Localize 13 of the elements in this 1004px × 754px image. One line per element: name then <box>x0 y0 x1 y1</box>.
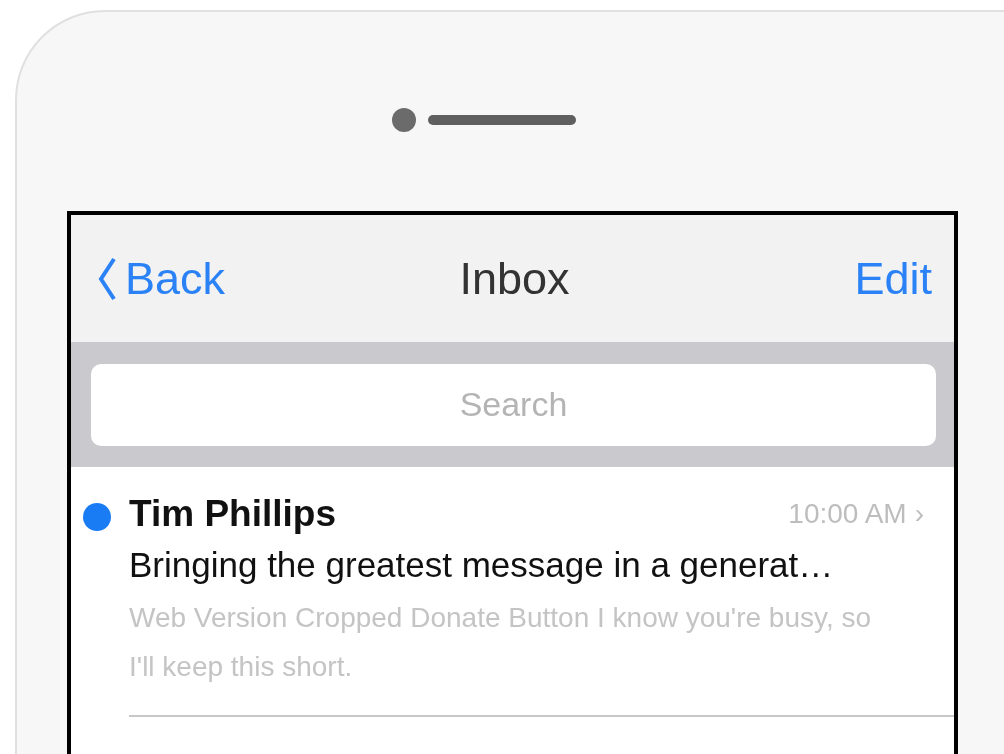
back-button[interactable]: Back <box>97 252 226 305</box>
search-field[interactable]: Search <box>91 363 936 446</box>
message-time: 10:00 AM <box>788 498 907 530</box>
disclosure-chevron: › <box>914 498 924 530</box>
navigation-title: Inbox <box>459 252 570 305</box>
camera-icon <box>392 108 416 132</box>
sender-name: Tim Phillips <box>129 493 337 535</box>
back-chevron-icon <box>97 255 117 302</box>
edit-button[interactable]: Edit <box>854 252 932 305</box>
speaker-icon <box>428 115 576 125</box>
message-subject: Bringing the greatest message in a generat… <box>129 545 835 585</box>
message-row[interactable]: Tim Phillips 10:00 AM › Bringing the greatest message in a generat… Web Version Cropped Donate Button I know you're busy, so I'll keep this short. <box>129 467 954 717</box>
message-preview: Web Version Cropped Donate Button I know you're busy, so I'll keep this short. <box>129 601 873 684</box>
